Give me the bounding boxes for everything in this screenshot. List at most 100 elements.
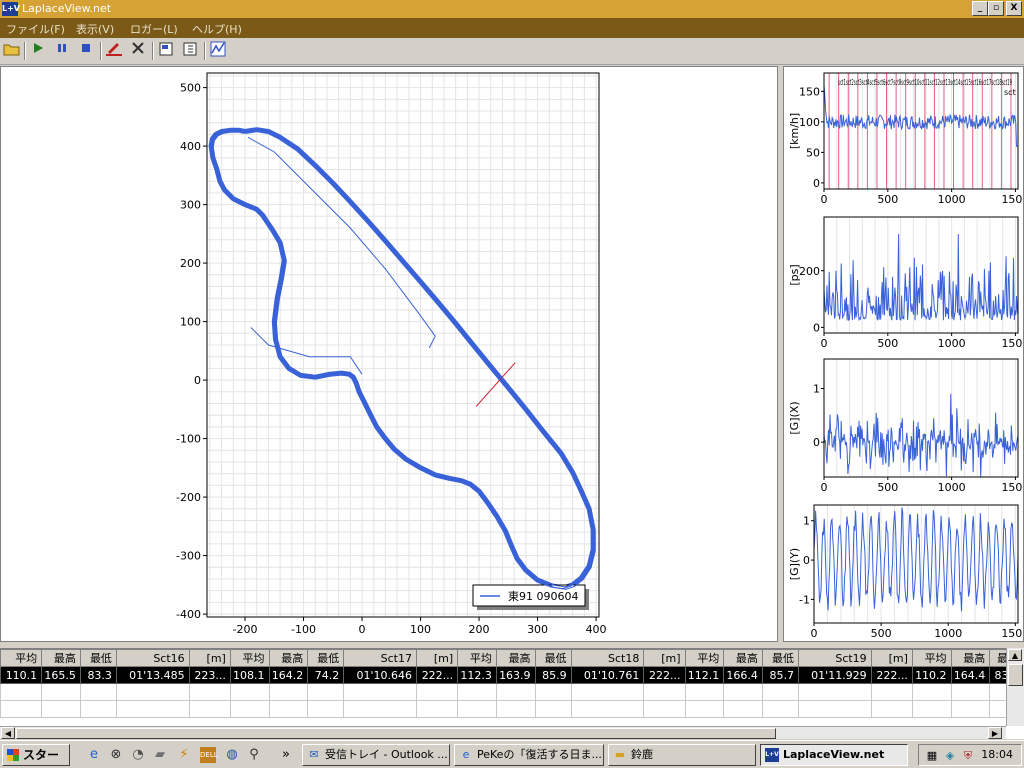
table-cell[interactable]: 110.1 [0,666,43,684]
table-cell[interactable]: 01'10.761 [570,666,645,684]
open-folder-icon[interactable] [2,41,22,61]
y-tick-label: 150 [799,85,820,98]
column-header[interactable]: 最高 [950,649,991,667]
dell-icon[interactable]: DELL [200,747,218,763]
table-cell[interactable]: 112.3 [457,666,497,684]
column-header[interactable]: [m] [870,649,913,667]
track-map-chart[interactable]: -200 -100 0 100 200 300 400 500 400 300 200 100 0 -1… [1,67,777,641]
x-tick-label: 500 [871,627,892,640]
app-icon[interactable]: L+V [2,2,20,16]
table-cell[interactable]: 85.7 [761,666,799,684]
x-tick: 400 [586,617,607,636]
column-header[interactable]: 平均 [684,649,725,667]
column-header[interactable]: [m] [188,649,231,667]
pause-icon[interactable] [52,41,72,61]
table-cell[interactable]: 74.2 [307,666,345,684]
scroll-left-icon[interactable]: ◀ [1,727,15,739]
horizontal-scrollbar[interactable]: ◀ ▶ [0,726,1006,739]
firefox-icon[interactable]: ⊗ [108,747,124,763]
play-icon[interactable] [28,41,48,61]
column-header[interactable]: 平均 [0,649,43,667]
column-header[interactable]: Sct18 [570,649,645,667]
minimize-button[interactable]: _ [972,1,988,16]
table-cell[interactable]: 83.3 [79,666,117,684]
table-cell[interactable]: 110.2 [911,666,952,684]
column-header[interactable]: 最高 [41,649,81,667]
x-tick-label: 1000 [934,627,962,640]
table-cell[interactable]: 108.1 [229,666,270,684]
table-cell[interactable]: 223... [188,666,231,684]
table-cell[interactable]: 01'11.929 [797,666,872,684]
graph-icon[interactable] [208,41,228,61]
column-header[interactable]: 最低 [534,649,572,667]
ie-icon[interactable]: e [86,747,102,763]
globe-icon[interactable]: ◍ [224,747,240,763]
export-icon[interactable] [156,41,176,61]
close-icon[interactable] [128,41,148,61]
telemetry-charts[interactable]: sct1sct2sct3sct4sct5sct6sct7sct8sct9sct1… [784,67,1024,641]
pen-icon[interactable] [104,41,124,61]
table-cell[interactable]: 01'13.485 [115,666,190,684]
restore-button[interactable]: ▫ [988,1,1004,16]
start-button[interactable]: スタート [2,744,70,766]
table-cell[interactable]: 164.2 [268,666,309,684]
table-cell[interactable]: 164.4 [950,666,991,684]
quicklaunch-more-button[interactable]: » [278,747,294,763]
table-cell[interactable]: 85.9 [534,666,572,684]
sector-icon[interactable] [180,41,200,61]
task-label: PeKeの「復活する日ま... [477,748,602,761]
table-cell[interactable]: 163.9 [495,666,536,684]
column-header[interactable]: 平均 [229,649,270,667]
scroll-thumb[interactable] [16,728,776,739]
menu-view[interactable]: 表示(V) [76,21,114,37]
stop-icon[interactable] [76,41,96,61]
column-header[interactable]: 最低 [307,649,345,667]
shield-icon[interactable]: ⛨ [961,749,975,763]
column-header[interactable]: [m] [415,649,459,667]
close-window-button[interactable]: X [1006,1,1022,16]
column-header[interactable]: Sct16 [115,649,190,667]
drive-icon[interactable]: ▰ [152,747,168,763]
telemetry-chart[interactable]: 0500100015002000[ps] [788,216,1024,350]
telemetry-chart[interactable]: sct1sct2sct3sct4sct5sct6sct7sct8sct9sct1… [788,72,1024,206]
column-header[interactable]: Sct19 [797,649,872,667]
column-header[interactable]: 最低 [79,649,117,667]
column-header[interactable]: 最高 [723,649,763,667]
table-cell[interactable]: 165.5 [41,666,81,684]
flash-icon[interactable]: ⚡ [176,747,192,763]
table-cell[interactable]: 222... [643,666,686,684]
telemetry-chart[interactable]: 0 500 1000 1500 1 0 -1 [G](Y) [788,504,1024,640]
task-laplaceview[interactable]: L+V LaplaceView.net [760,744,908,766]
scroll-up-icon[interactable]: ▲ [1008,649,1022,661]
column-header[interactable]: 最低 [761,649,799,667]
scroll-thumb[interactable] [1008,664,1023,686]
network-icon[interactable]: ⚲ [246,747,262,763]
column-header[interactable]: 最高 [495,649,536,667]
table-cell[interactable]: 112.1 [684,666,725,684]
column-header[interactable]: 平均 [911,649,952,667]
table-row[interactable]: 110.1 165.5 83.3 01'13.485 223... 108.1 164.2 7… [0,666,1024,684]
task-browser[interactable]: e PeKeの「復活する日ま... [454,744,604,766]
x-tick-label: 1000 [938,481,966,494]
app-icon[interactable]: ◔ [130,747,146,763]
menu-file[interactable]: ファイル(F) [6,21,65,37]
menu-help[interactable]: ヘルプ(H) [192,21,242,37]
telemetry-chart[interactable]: 0 500 1000 1500 1 0 [G](X) [788,358,1024,494]
task-folder[interactable]: ▬ 鈴鹿 [608,744,756,766]
x-tick-label: 1000 [938,337,966,350]
legend-label: 東91 090604 [508,590,579,603]
network-tray-icon[interactable]: ◈ [943,749,957,763]
table-cell[interactable]: 166.4 [723,666,763,684]
vertical-scrollbar[interactable]: ▲ [1006,648,1024,726]
column-header[interactable]: 最高 [268,649,309,667]
keyboard-icon[interactable]: ▦ [925,749,939,763]
table-cell[interactable]: 01'10.646 [343,666,417,684]
column-header[interactable]: 平均 [457,649,497,667]
scroll-right-icon[interactable]: ▶ [988,727,1002,739]
task-outlook[interactable]: ✉ 受信トレイ - Outlook ... [302,744,450,766]
column-header[interactable]: [m] [643,649,686,667]
table-cell[interactable]: 222... [870,666,913,684]
table-cell[interactable]: 222... [415,666,459,684]
column-header[interactable]: Sct17 [343,649,417,667]
menu-logger[interactable]: ロガー(L) [130,21,178,37]
